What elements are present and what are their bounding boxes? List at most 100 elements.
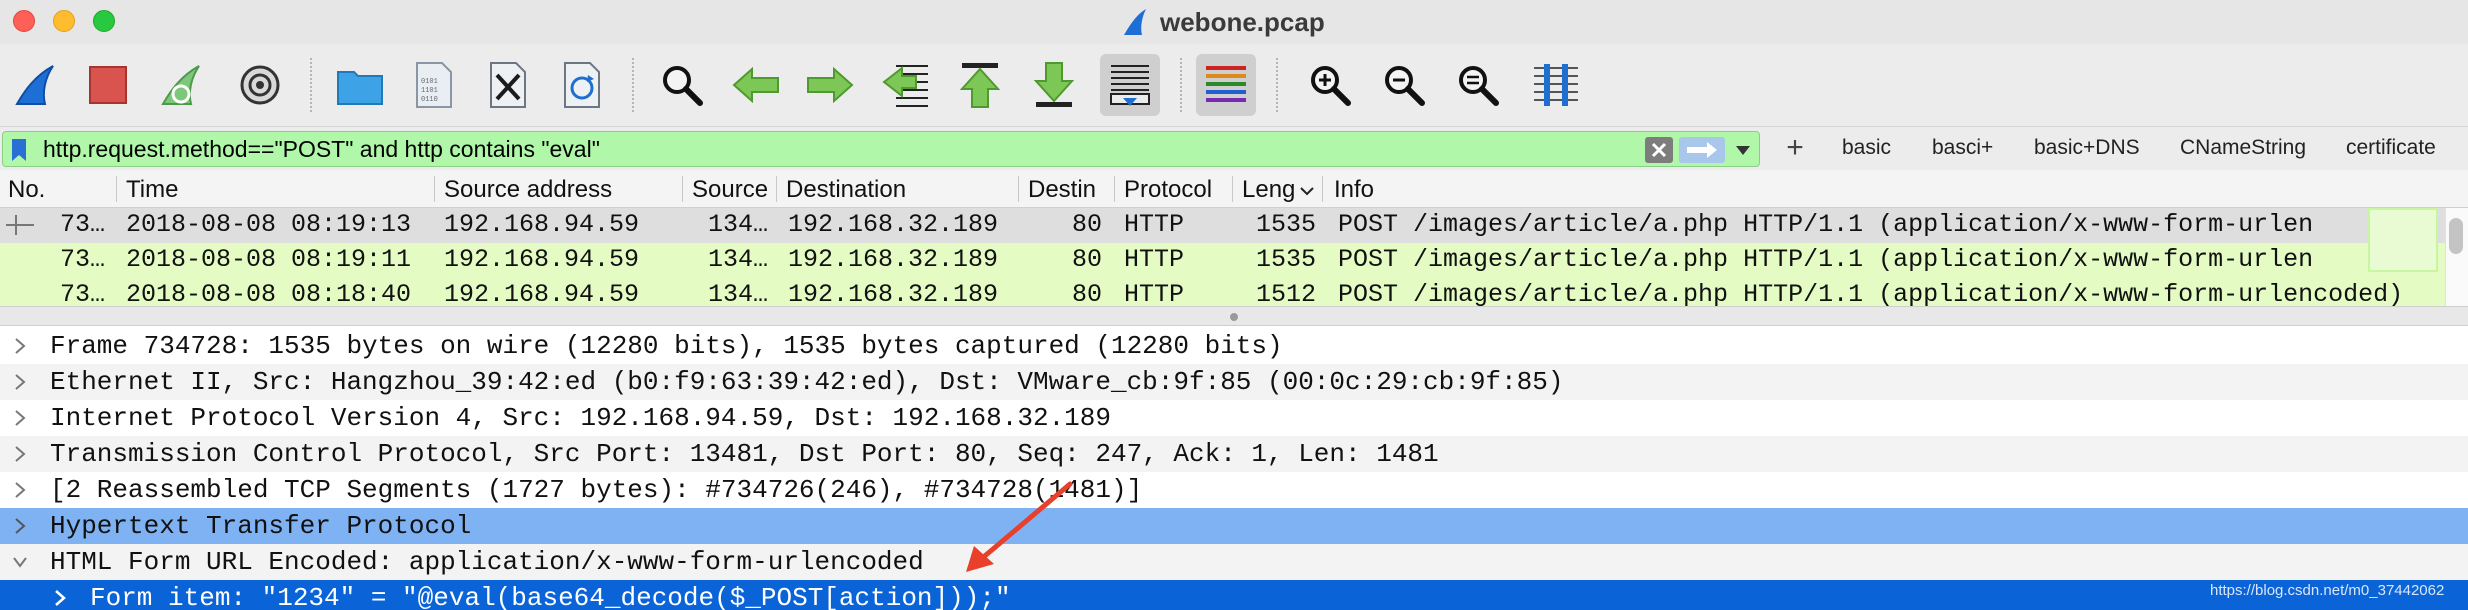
packet-row[interactable]: 73… 2018-08-08 08:19:11 192.168.94.59 13…	[0, 243, 2445, 278]
detail-row-label: Frame 734728: 1535 bytes on wire (12280 …	[50, 331, 1283, 361]
clear-filter-button[interactable]	[1645, 137, 1673, 163]
minimize-window-button[interactable]	[53, 10, 75, 32]
zoom-out-button[interactable]	[1374, 54, 1434, 116]
detail-row-ethernet[interactable]: Ethernet II, Src: Hangzhou_39:42:ed (b0:…	[0, 364, 2468, 400]
cell-dest-port: 80	[1072, 280, 1103, 306]
main-toolbar: 0101 1101 0110	[0, 44, 2468, 126]
column-divider[interactable]	[434, 176, 435, 202]
splitter-handle[interactable]	[1230, 313, 1238, 321]
pane-splitter[interactable]	[0, 306, 2468, 326]
detail-row-frame[interactable]: Frame 734728: 1535 bytes on wire (12280 …	[0, 328, 2468, 364]
filter-button-cnamestring[interactable]: CNameString	[2180, 136, 2306, 164]
close-file-button[interactable]	[478, 54, 538, 116]
resize-columns-icon	[1534, 64, 1578, 106]
detail-row-form-urlencoded[interactable]: HTML Form URL Encoded: application/x-www…	[0, 544, 2468, 580]
resize-columns-button[interactable]	[1526, 54, 1586, 116]
packet-list-scroll-thumb[interactable]	[2449, 218, 2463, 254]
filter-button-basci-plus[interactable]: basci+	[1932, 136, 1993, 164]
zoom-normal-button[interactable]	[1448, 54, 1508, 116]
packet-list-header: No. Time Source address Source Destinati…	[0, 170, 2468, 208]
apply-filter-button[interactable]	[1679, 137, 1725, 163]
detail-row-reassembled[interactable]: [2 Reassembled TCP Segments (1727 bytes)…	[0, 472, 2468, 508]
cell-time: 2018-08-08 08:18:40	[126, 280, 412, 306]
capture-options-button[interactable]	[230, 54, 290, 116]
save-file-button[interactable]: 0101 1101 0110	[404, 54, 464, 116]
add-filter-button[interactable]: +	[1780, 131, 1810, 167]
column-header-length-label: Leng	[1242, 176, 1296, 203]
cell-no: 73…	[60, 245, 106, 274]
open-file-button[interactable]	[330, 54, 390, 116]
column-header-no[interactable]: No.	[8, 176, 45, 204]
arrow-right-icon	[1687, 142, 1717, 158]
last-packet-button[interactable]	[1024, 54, 1084, 116]
first-packet-icon	[959, 63, 1001, 108]
reload-file-icon	[564, 62, 600, 108]
chevron-right-icon[interactable]	[52, 589, 68, 607]
find-packet-button[interactable]	[652, 54, 712, 116]
detail-row-label: Hypertext Transfer Protocol	[50, 511, 472, 541]
go-to-packet-button[interactable]	[876, 54, 936, 116]
chevron-right-icon[interactable]	[12, 373, 28, 391]
detail-row-form-item[interactable]: Form item: "1234" = "@eval(base64_decode…	[0, 580, 2468, 610]
first-packet-button[interactable]	[950, 54, 1010, 116]
start-capture-button[interactable]	[6, 54, 66, 116]
close-icon	[1651, 142, 1667, 158]
window-title-group: webone.pcap	[1120, 5, 1325, 39]
chevron-right-icon[interactable]	[12, 337, 28, 355]
chevron-right-icon[interactable]	[12, 409, 28, 427]
cell-destination: 192.168.32.189	[788, 280, 999, 306]
column-divider[interactable]	[1018, 176, 1019, 202]
detail-row-http[interactable]: Hypertext Transfer Protocol	[0, 508, 2468, 544]
column-divider[interactable]	[776, 176, 777, 202]
column-header-time[interactable]: Time	[126, 176, 178, 204]
autoscroll-button[interactable]	[1100, 54, 1160, 116]
chevron-down-icon[interactable]	[12, 553, 28, 571]
chevron-right-icon[interactable]	[12, 481, 28, 499]
chevron-right-icon[interactable]	[12, 517, 28, 535]
column-header-dest-port[interactable]: Destin	[1028, 176, 1096, 204]
zoom-in-button[interactable]	[1300, 54, 1360, 116]
column-header-info[interactable]: Info	[1334, 176, 1374, 204]
filter-history-dropdown[interactable]	[1733, 141, 1753, 159]
column-header-protocol[interactable]: Protocol	[1124, 176, 1212, 204]
stop-capture-button[interactable]	[78, 54, 138, 116]
filter-button-certificate[interactable]: certificate	[2346, 136, 2436, 164]
bookmark-icon[interactable]	[9, 138, 29, 162]
column-divider[interactable]	[682, 176, 683, 202]
zoom-window-button[interactable]	[93, 10, 115, 32]
detail-row-tcp[interactable]: Transmission Control Protocol, Src Port:…	[0, 436, 2468, 472]
packet-row[interactable]: 73… 2018-08-08 08:19:13 192.168.94.59 13…	[0, 208, 2445, 243]
svg-text:0101: 0101	[421, 78, 438, 86]
close-window-button[interactable]	[13, 10, 35, 32]
cell-length: 1512	[1256, 280, 1317, 306]
detail-row-ipv4[interactable]: Internet Protocol Version 4, Src: 192.16…	[0, 400, 2468, 436]
colorize-icon	[1206, 66, 1246, 102]
packet-details: Frame 734728: 1535 bytes on wire (12280 …	[0, 326, 2468, 610]
column-header-destination[interactable]: Destination	[786, 176, 906, 204]
go-forward-button[interactable]	[800, 54, 860, 116]
zoom-in-icon	[1311, 66, 1351, 106]
display-filter-input[interactable]	[43, 135, 1633, 163]
column-divider[interactable]	[1232, 176, 1233, 202]
column-header-length[interactable]: Leng	[1242, 176, 1315, 204]
cell-info: POST /images/article/a.php HTTP/1.1 (app…	[1338, 280, 2404, 306]
related-packet-icon	[6, 215, 34, 235]
restart-capture-button[interactable]	[152, 54, 212, 116]
filter-button-basic-dns[interactable]: basic+DNS	[2034, 136, 2140, 164]
reload-file-button[interactable]	[552, 54, 612, 116]
column-divider[interactable]	[116, 176, 117, 202]
column-header-source-address[interactable]: Source address	[444, 176, 612, 204]
cell-time: 2018-08-08 08:19:11	[126, 245, 412, 274]
filter-button-basic[interactable]: basic	[1842, 136, 1891, 164]
column-header-source-port[interactable]: Source	[692, 176, 768, 204]
chevron-right-icon[interactable]	[12, 445, 28, 463]
column-divider[interactable]	[1322, 176, 1323, 202]
packet-list: No. Time Source address Source Destinati…	[0, 170, 2468, 306]
packet-row[interactable]: 73… 2018-08-08 08:18:40 192.168.94.59 13…	[0, 278, 2445, 306]
go-back-button[interactable]	[726, 54, 786, 116]
autoscroll-icon	[1110, 65, 1150, 106]
column-divider[interactable]	[1114, 176, 1115, 202]
colorize-button[interactable]	[1196, 54, 1256, 116]
detail-row-label: Form item: "1234" = "@eval(base64_decode…	[90, 583, 1011, 610]
chevron-down-icon	[1736, 146, 1750, 155]
